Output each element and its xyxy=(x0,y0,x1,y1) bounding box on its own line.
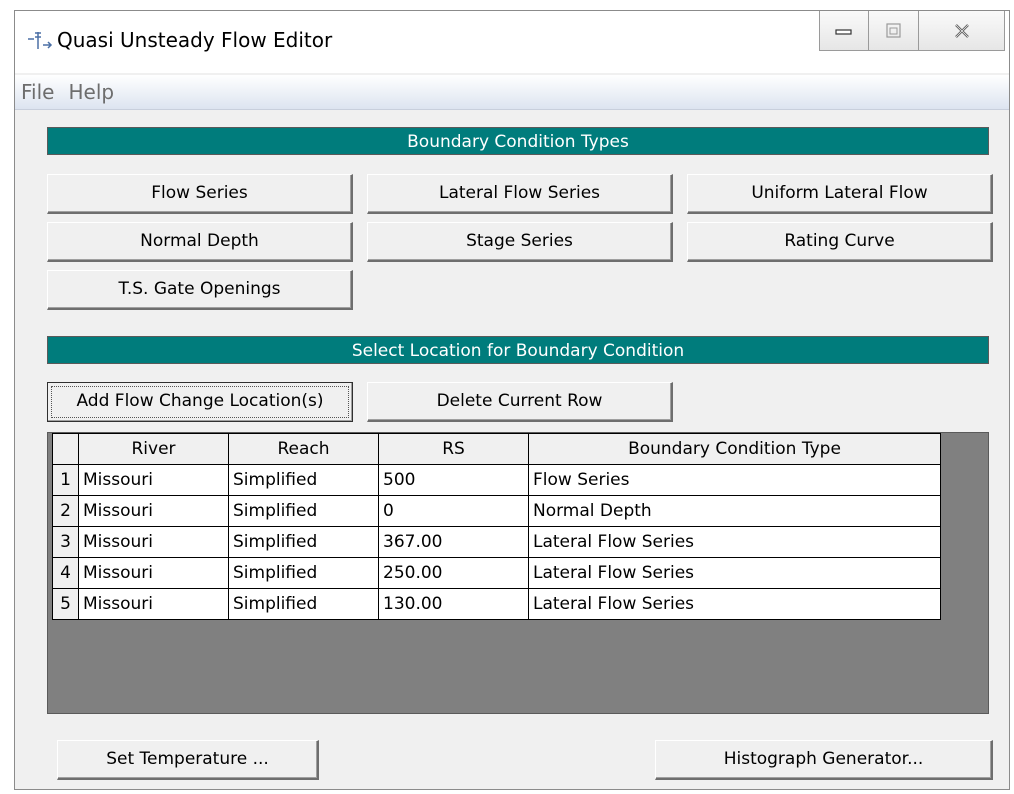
app-icon xyxy=(28,32,53,49)
cell-rs[interactable]: 130.00 xyxy=(378,588,529,620)
row-number[interactable]: 3 xyxy=(52,526,79,558)
maximize-icon xyxy=(885,22,901,38)
cell-reach[interactable]: Simplified xyxy=(228,464,379,496)
menu-help[interactable]: Help xyxy=(62,80,122,104)
add-flow-change-location-button[interactable]: Add Flow Change Location(s) xyxy=(47,382,353,422)
table-row[interactable]: 2 Missouri Simplified 0 Normal Depth xyxy=(52,495,941,527)
row-number[interactable]: 2 xyxy=(52,495,79,527)
ts-gate-openings-button[interactable]: T.S. Gate Openings xyxy=(47,270,353,310)
table-row[interactable]: 5 Missouri Simplified 130.00 Lateral Flo… xyxy=(52,588,941,620)
menu-file[interactable]: File xyxy=(15,80,62,104)
delete-current-row-button[interactable]: Delete Current Row xyxy=(367,382,673,422)
maximize-button[interactable] xyxy=(869,11,919,51)
cell-reach[interactable]: Simplified xyxy=(228,526,379,558)
set-temperature-button[interactable]: Set Temperature ... xyxy=(57,740,319,780)
editor-content: Boundary Condition Types Flow Series Lat… xyxy=(15,110,1009,789)
cell-rs[interactable]: 500 xyxy=(378,464,529,496)
boundary-condition-grid: River Reach RS Boundary Condition Type 1… xyxy=(47,432,989,714)
cell-bc-type[interactable]: Lateral Flow Series xyxy=(528,557,941,589)
row-number[interactable]: 5 xyxy=(52,588,79,620)
normal-depth-button[interactable]: Normal Depth xyxy=(47,222,353,262)
table-header-row: River Reach RS Boundary Condition Type xyxy=(52,433,941,465)
close-button[interactable] xyxy=(919,11,1005,51)
cell-river[interactable]: Missouri xyxy=(78,464,229,496)
column-header-bc-type[interactable]: Boundary Condition Type xyxy=(528,433,941,465)
cell-reach[interactable]: Simplified xyxy=(228,495,379,527)
column-header-rownum xyxy=(52,433,79,465)
lateral-flow-series-button[interactable]: Lateral Flow Series xyxy=(367,174,673,214)
cell-reach[interactable]: Simplified xyxy=(228,557,379,589)
stage-series-button[interactable]: Stage Series xyxy=(367,222,673,262)
column-header-river[interactable]: River xyxy=(78,433,229,465)
uniform-lateral-flow-button[interactable]: Uniform Lateral Flow xyxy=(687,174,993,214)
cell-river[interactable]: Missouri xyxy=(78,588,229,620)
row-number[interactable]: 1 xyxy=(52,464,79,496)
cell-river[interactable]: Missouri xyxy=(78,526,229,558)
cell-rs[interactable]: 0 xyxy=(378,495,529,527)
cell-river[interactable]: Missouri xyxy=(78,557,229,589)
close-icon xyxy=(954,23,969,38)
minimize-button[interactable] xyxy=(819,11,869,51)
cell-reach[interactable]: Simplified xyxy=(228,588,379,620)
column-header-rs[interactable]: RS xyxy=(378,433,529,465)
title-bar[interactable]: Quasi Unsteady Flow Editor xyxy=(15,11,1009,73)
row-number[interactable]: 4 xyxy=(52,557,79,589)
select-location-header: Select Location for Boundary Condition xyxy=(47,336,989,364)
histograph-generator-button[interactable]: Histograph Generator... xyxy=(655,740,993,780)
cell-rs[interactable]: 367.00 xyxy=(378,526,529,558)
boundary-condition-types-header: Boundary Condition Types xyxy=(47,127,989,155)
cell-bc-type[interactable]: Flow Series xyxy=(528,464,941,496)
cell-river[interactable]: Missouri xyxy=(78,495,229,527)
table-row[interactable]: 1 Missouri Simplified 500 Flow Series xyxy=(52,464,941,496)
flow-series-button[interactable]: Flow Series xyxy=(47,174,353,214)
rating-curve-button[interactable]: Rating Curve xyxy=(687,222,993,262)
menu-bar: File Help xyxy=(15,75,1009,110)
minimize-icon xyxy=(835,28,852,35)
window-title: Quasi Unsteady Flow Editor xyxy=(57,28,333,52)
cell-rs[interactable]: 250.00 xyxy=(378,557,529,589)
cell-bc-type[interactable]: Normal Depth xyxy=(528,495,941,527)
cell-bc-type[interactable]: Lateral Flow Series xyxy=(528,588,941,620)
window-controls xyxy=(819,11,1005,53)
table-row[interactable]: 3 Missouri Simplified 367.00 Lateral Flo… xyxy=(52,526,941,558)
table-row[interactable]: 4 Missouri Simplified 250.00 Lateral Flo… xyxy=(52,557,941,589)
boundary-condition-table: River Reach RS Boundary Condition Type 1… xyxy=(52,433,941,620)
cell-bc-type[interactable]: Lateral Flow Series xyxy=(528,526,941,558)
quasi-unsteady-flow-editor-window: Quasi Unsteady Flow Editor File Help Bou… xyxy=(14,10,1010,790)
column-header-reach[interactable]: Reach xyxy=(228,433,379,465)
